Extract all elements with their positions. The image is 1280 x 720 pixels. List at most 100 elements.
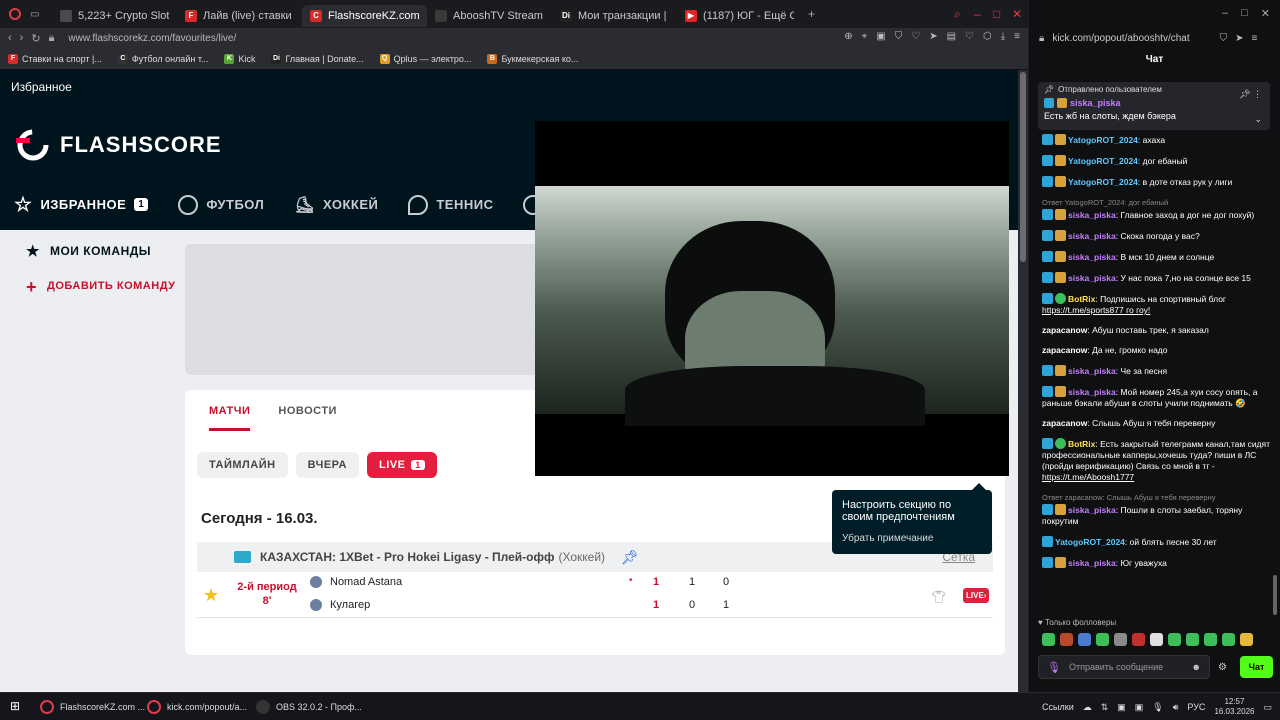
browser-tab[interactable]: 5,223+ Crypto Slots & Ins [52,5,177,27]
wallet-icon[interactable]: ▤ [947,31,956,42]
tab-overview-icon[interactable]: ▭ [30,9,52,20]
taskbar-item-flashscore[interactable]: FlashscoreKZ.com ... [40,697,145,717]
flashscore-logo[interactable]: FLASHSCORE [16,128,222,162]
chat-username[interactable]: siska_piska [1068,366,1116,376]
favorite-star-icon[interactable]: ★ [203,585,219,606]
shield-icon[interactable]: ⛉ [895,31,903,42]
download-icon[interactable]: ⤓ [1001,31,1005,42]
emote-icon[interactable] [1132,633,1145,646]
chat-url[interactable]: kick.com/popout/abooshtv/chat [1052,33,1189,44]
opera-menu-icon[interactable] [0,8,30,20]
emote-icon[interactable] [1186,633,1199,646]
menu-icon[interactable]: ≡ [1252,33,1258,44]
language-indicator[interactable]: РУС [1187,702,1205,712]
browser-tab[interactable]: C FlashscoreKZ.com - Избр [302,4,427,27]
menu-icon[interactable]: ≡ [1014,31,1020,42]
chat-username[interactable]: siska_piska [1068,231,1116,241]
bookmark-item[interactable]: C Футбол онлайн т... [117,53,208,64]
chat-username[interactable]: siska_piska [1068,387,1116,397]
tab-news[interactable]: НОВОСТИ [278,405,337,431]
chat-username[interactable]: siska_piska [1068,252,1116,262]
minimize-button[interactable]: – [1222,7,1228,28]
nav-hockey[interactable]: ⛸︎ ХОККЕЙ [294,195,378,215]
emote-icon[interactable] [1222,633,1235,646]
extensions-icon[interactable]: ⬡ [983,31,992,42]
add-team-button[interactable]: + ДОБАВИТЬ КОМАНДУ [26,278,176,296]
chat-username[interactable]: siska_piska [1068,558,1116,568]
back-icon[interactable]: ‹ [8,32,12,44]
forward-icon[interactable]: › [20,32,24,44]
live-stream-badge[interactable]: LIVE› [963,588,990,603]
chat-username[interactable]: YatogoROT_2024 [1068,177,1138,187]
chat-username[interactable]: BotRix [1068,439,1095,449]
video-overlay[interactable] [535,121,1009,476]
maximize-button[interactable]: □ [1241,7,1248,28]
emote-icon[interactable] [1204,633,1217,646]
chat-link[interactable]: https://t.me/Aboosh1777 [1042,472,1134,482]
minimize-button[interactable]: – [974,7,981,21]
emote-icon[interactable] [1114,633,1127,646]
send-icon[interactable]: ➤ [1235,33,1243,44]
dismiss-tooltip-button[interactable]: Убрать примечание [842,533,982,545]
bookmark-item[interactable]: K Kick [224,53,255,64]
chat-username[interactable]: zapacanow [1042,345,1087,355]
url-field[interactable]: www.flashscorekz.com/favourites/live/ [68,33,236,44]
bookmark-icon[interactable]: ♡ [965,31,974,42]
chat-message-input[interactable]: 🎙︎ Отправить сообщение ☻ [1038,655,1210,679]
emote-icon[interactable] [1096,633,1109,646]
reply-context[interactable]: Ответ YatogoROT_2024: дог ебаный [1042,197,1272,208]
bookmark-item[interactable]: B Букмекерская ко... [487,53,578,64]
match-row[interactable]: ★ 2-й период 8' Nomad Astana Кулагер • 1 [197,572,993,618]
emote-icon[interactable] [1240,633,1253,646]
emoji-icon[interactable]: ☻ [1192,662,1201,672]
filter-yesterday[interactable]: ВЧЕРА [295,452,359,478]
chat-link[interactable]: https://t.me/sports877 го гоу! [1042,305,1150,315]
emote-icon[interactable] [1168,633,1181,646]
send-icon[interactable]: ➤ [929,31,937,42]
taskbar-item-kick[interactable]: kick.com/popout/a... [147,697,247,717]
tray-mic-icon[interactable]: 🎙︎ [1152,702,1163,713]
chat-username[interactable]: YatogoROT_2024 [1068,156,1138,166]
nav-football[interactable]: ФУТБОЛ [178,194,264,215]
close-button[interactable]: ✕ [1012,7,1022,21]
chat-username[interactable]: siska_piska [1068,210,1116,220]
filter-timeline[interactable]: ТАЙМЛАЙН [197,452,288,478]
windows-start-icon[interactable]: ⊞ [10,699,20,713]
chat-username[interactable]: YatogoROT_2024 [1068,135,1138,145]
shield-icon[interactable]: ⛉ [1220,33,1228,44]
chat-username[interactable]: YatogoROT_2024 [1055,537,1125,547]
bookmark-item[interactable]: F Ставки на спорт |... [8,53,102,64]
browser-tab[interactable]: F Лайв (live) ставки на Дар [177,5,302,27]
gear-icon[interactable]: ⚙ [1218,662,1227,673]
search-icon[interactable]: ⌕ [954,7,961,22]
tray-speaker-icon[interactable]: 🔊︎ [1173,702,1179,713]
links-toolbar[interactable]: Ссылки [1042,702,1074,712]
scrollbar-thumb[interactable] [1273,575,1277,615]
emote-icon[interactable] [1042,633,1055,646]
taskbar-item-obs[interactable]: OBS 32.0.2 - Проф... [256,697,362,717]
pin-toggle-icon[interactable]: 📌︎ ⋮ [1239,89,1262,100]
tray-app-icon[interactable]: ▣ [1135,702,1144,713]
bookmark-item[interactable]: Di Главная | Donate... [271,53,364,64]
pin-icon[interactable]: 📌︎ [621,549,639,566]
pin-icon[interactable]: ⌖ [862,31,868,42]
chat-username[interactable]: siska_piska [1068,273,1116,283]
pinned-user[interactable]: siska_piska [1044,98,1264,108]
page-scrollbar[interactable] [1018,70,1028,692]
emote-icon[interactable] [1078,633,1091,646]
scrollbar-thumb[interactable] [1020,72,1026,262]
close-button[interactable]: ✕ [1261,7,1270,28]
microphone-icon[interactable]: 🎙︎ [1047,661,1061,674]
emote-icon[interactable] [1060,633,1073,646]
snapshot-icon[interactable]: ▣ [876,31,885,42]
browser-tab[interactable]: ▶ (1187) ЮГ - Ещё Один [677,5,802,27]
nav-favorites[interactable]: ☆ ИЗБРАННОЕ 1 [14,192,149,217]
browser-tab[interactable]: AbooshTV Stream - Watc [427,5,552,27]
reply-context[interactable]: Ответ zapacanow: Слышь Абуш я тебя перев… [1042,492,1272,503]
nav-tennis[interactable]: ТЕННИС [408,194,493,215]
tab-matches[interactable]: МАТЧИ [209,405,251,431]
browser-tab[interactable]: Di Мои транзакции | Donate [552,5,677,27]
chat-scrollbar[interactable] [1273,70,1278,650]
tray-network-icon[interactable]: ⇅ [1101,702,1109,713]
tray-cloud-icon[interactable]: ☁ [1083,702,1092,713]
